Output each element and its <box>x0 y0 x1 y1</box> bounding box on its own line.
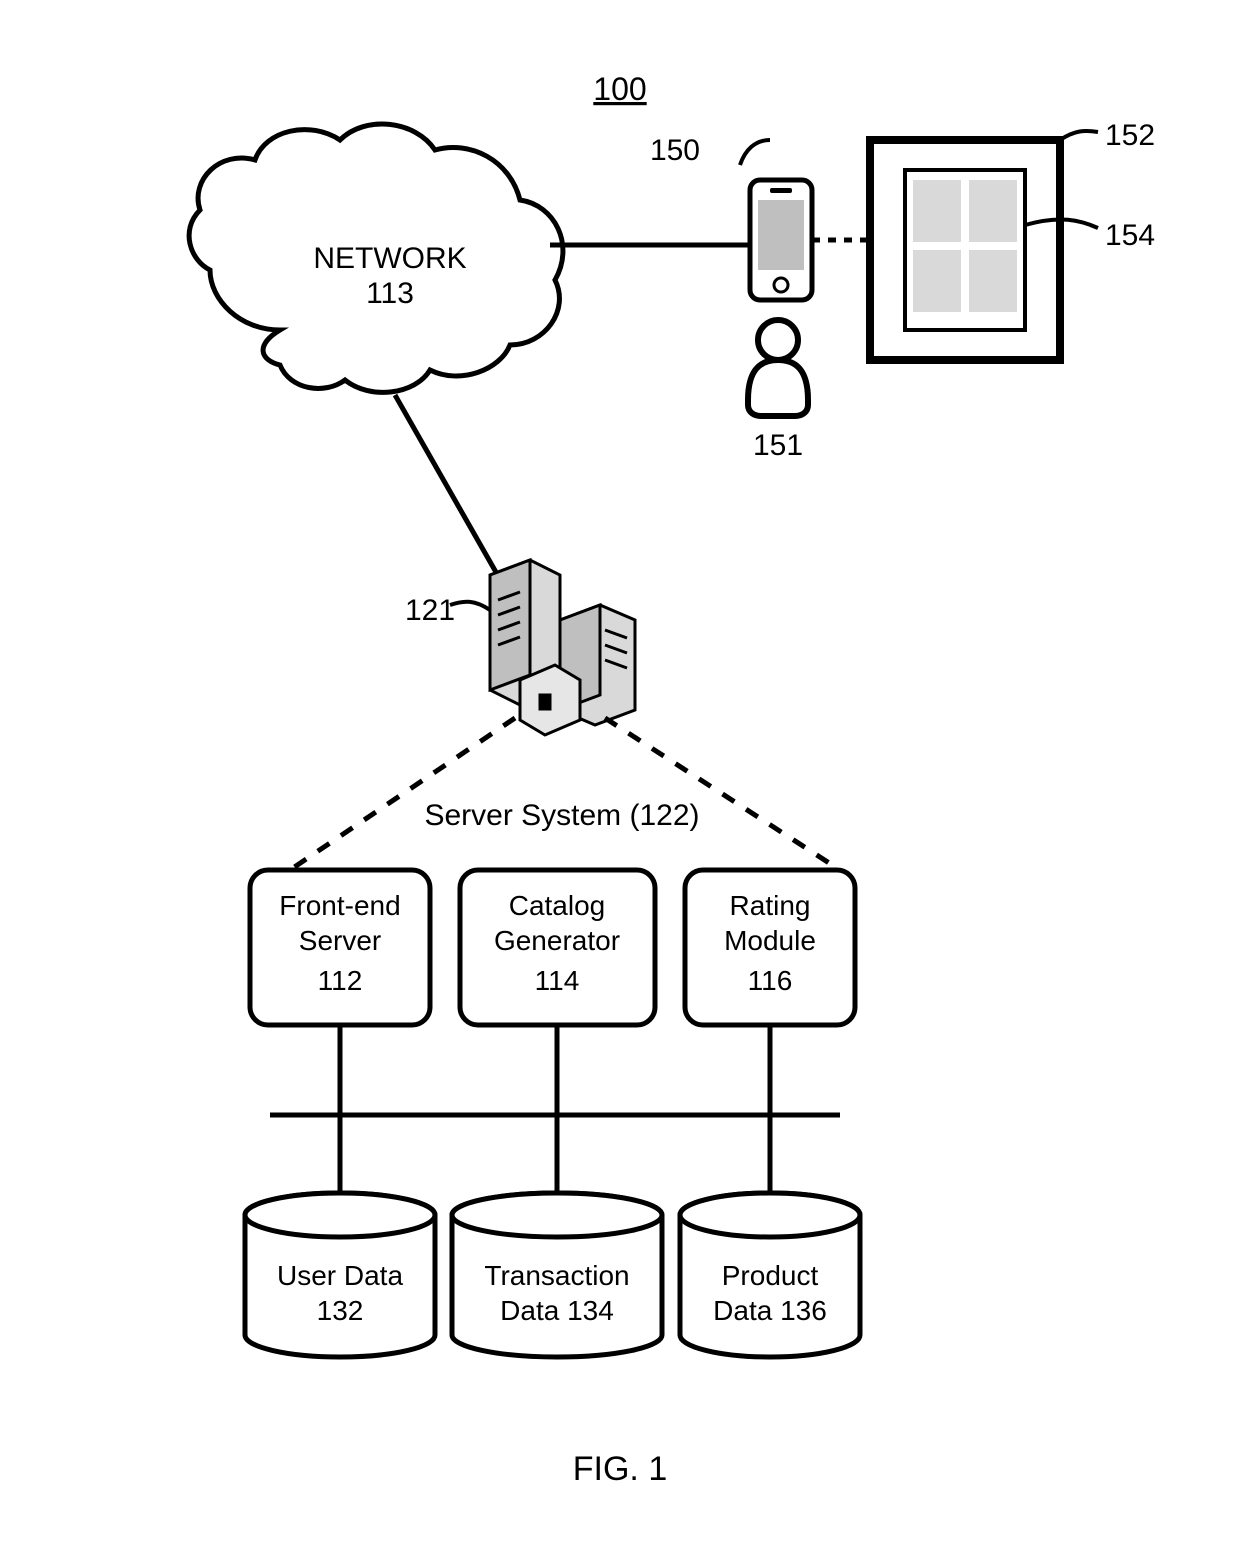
user-icon <box>748 320 808 416</box>
svg-text:Data 134: Data 134 <box>500 1295 614 1326</box>
network-cloud: NETWORK 113 <box>189 124 563 392</box>
catalog-number: 154 <box>1105 219 1155 252</box>
svg-text:114: 114 <box>535 965 580 996</box>
network-number: 113 <box>366 277 414 310</box>
svg-text:Generator: Generator <box>494 925 620 956</box>
dashed-expand-right <box>605 718 840 870</box>
db-transaction: Transaction Data 134 <box>452 1193 662 1357</box>
svg-text:Catalog: Catalog <box>509 890 606 921</box>
user-number: 151 <box>753 429 803 462</box>
svg-text:Server: Server <box>299 925 381 956</box>
svg-text:112: 112 <box>318 965 363 996</box>
db-userdata: User Data 132 <box>245 1193 435 1357</box>
callout-phone <box>740 140 770 165</box>
callout-poster <box>1060 131 1098 140</box>
svg-text:Product: Product <box>722 1260 819 1291</box>
server-icon <box>490 560 635 735</box>
server-number: 121 <box>405 594 455 627</box>
svg-text:User Data: User Data <box>277 1260 403 1291</box>
dashed-expand-left <box>290 718 515 870</box>
server-system-label: Server System (122) <box>424 799 699 832</box>
svg-text:Data 136: Data 136 <box>713 1295 827 1326</box>
svg-text:Rating: Rating <box>730 890 811 921</box>
svg-text:Front-end: Front-end <box>279 890 400 921</box>
poster-number: 152 <box>1105 119 1155 152</box>
figure-number: 100 <box>593 71 646 107</box>
svg-text:116: 116 <box>748 965 793 996</box>
svg-text:132: 132 <box>317 1295 364 1326</box>
line-network-server <box>395 395 505 588</box>
module-frontend: Front-end Server 112 <box>250 870 430 1025</box>
module-catalog-generator: Catalog Generator 114 <box>460 870 655 1025</box>
callout-server <box>450 602 490 610</box>
module-rating: Rating Module 116 <box>685 870 855 1025</box>
poster-icon <box>870 140 1060 360</box>
network-label: NETWORK <box>313 242 466 275</box>
figure-caption: FIG. 1 <box>573 1450 667 1488</box>
db-product: Product Data 136 <box>680 1193 860 1357</box>
svg-text:Module: Module <box>724 925 816 956</box>
svg-text:Transaction: Transaction <box>484 1260 629 1291</box>
phone-icon <box>750 180 812 300</box>
phone-number: 150 <box>650 134 700 167</box>
